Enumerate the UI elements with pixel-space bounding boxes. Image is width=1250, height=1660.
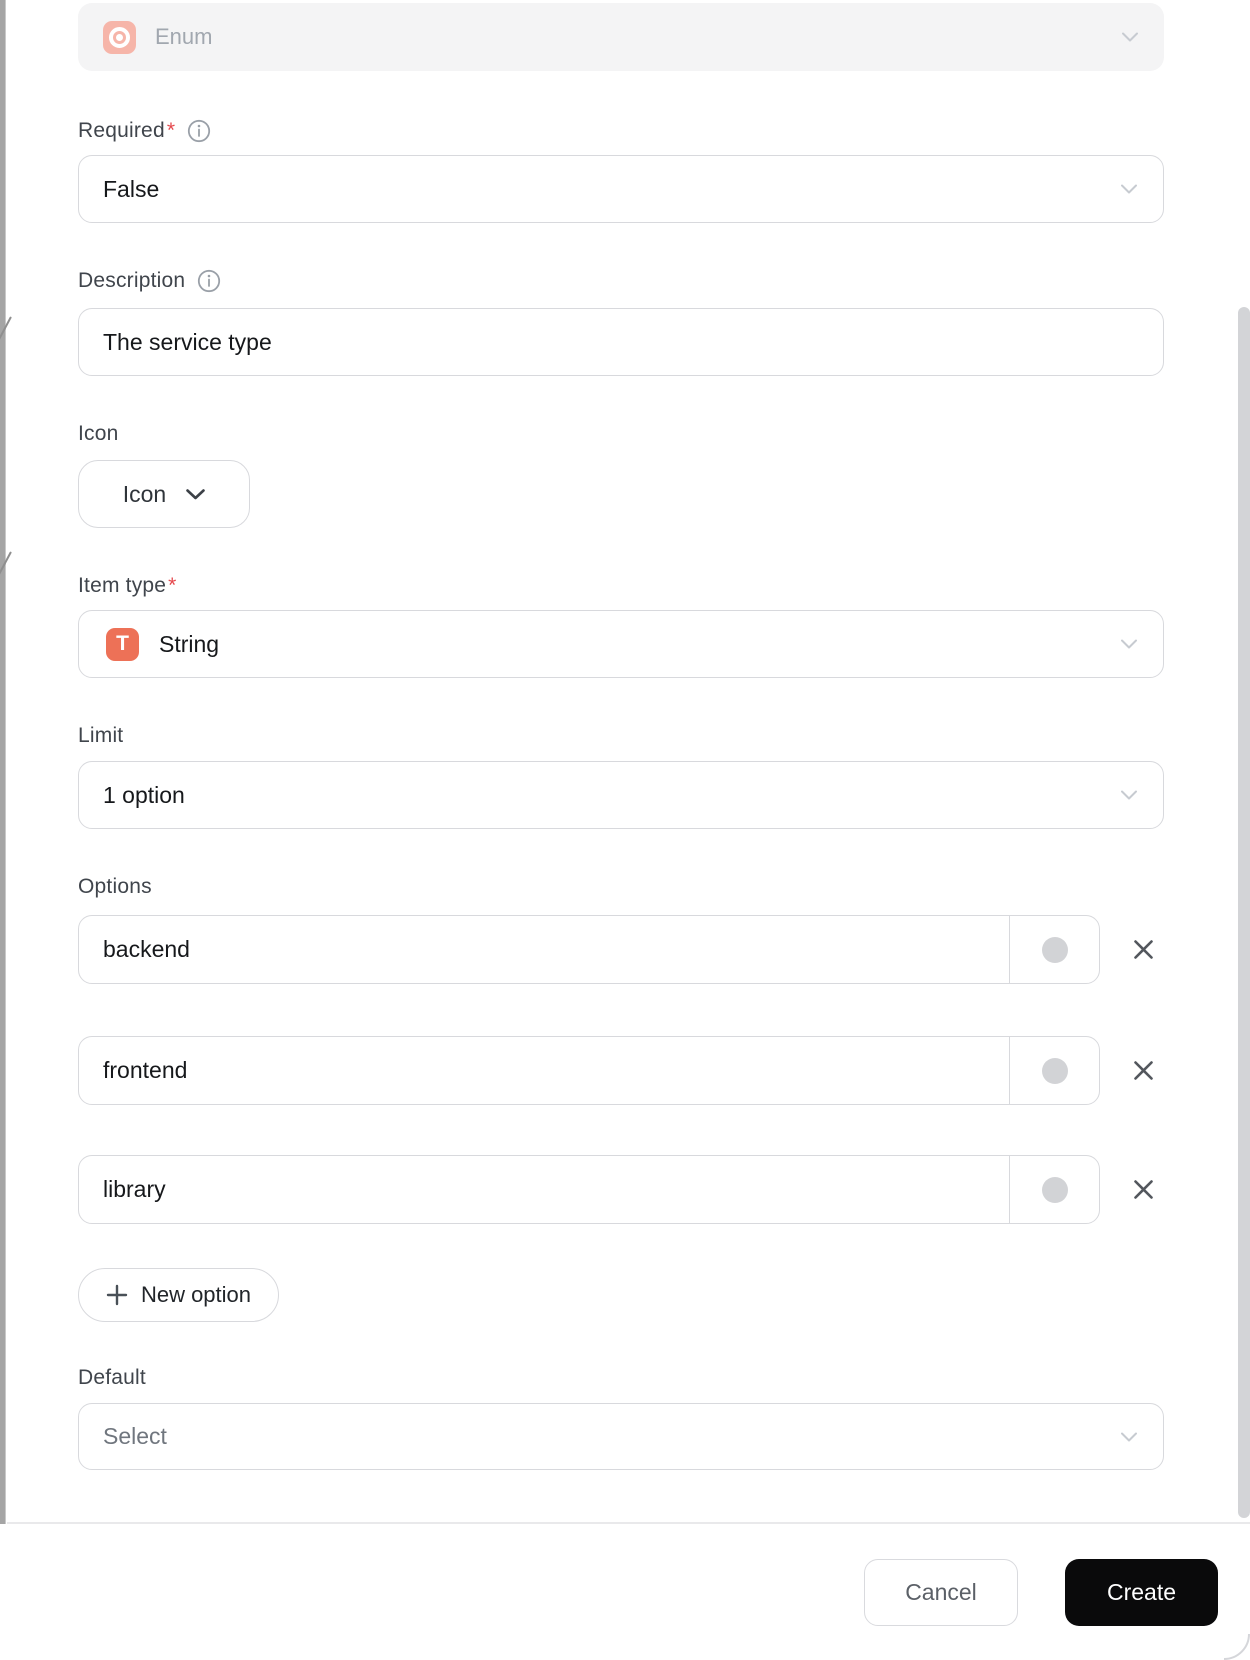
item-type-value: String bbox=[159, 630, 220, 657]
scrollbar[interactable] bbox=[1238, 307, 1250, 1518]
description-input[interactable]: The service type bbox=[78, 308, 1164, 376]
background-artifact bbox=[0, 316, 12, 344]
default-label-text: Default bbox=[78, 1366, 146, 1389]
icon-label-text: Icon bbox=[78, 422, 119, 445]
limit-select[interactable]: 1 option bbox=[78, 761, 1164, 829]
option-color-swatch[interactable] bbox=[1041, 1057, 1068, 1084]
new-option-button[interactable]: New option bbox=[78, 1268, 279, 1322]
limit-label: Limit bbox=[78, 725, 1164, 747]
item-type-label: Item type * bbox=[78, 575, 1164, 597]
close-icon bbox=[1133, 1061, 1153, 1080]
option-color-segment bbox=[1009, 1037, 1099, 1104]
default-select[interactable]: Select bbox=[78, 1403, 1164, 1470]
item-type-select[interactable]: T String bbox=[78, 610, 1164, 678]
enum-icon bbox=[103, 20, 136, 54]
field-type-select[interactable]: Enum bbox=[78, 3, 1164, 71]
chevron-down-icon bbox=[1121, 790, 1137, 800]
create-field-dialog: Enum Required * False Description The se… bbox=[0, 0, 1250, 1660]
chevron-down-icon bbox=[1121, 639, 1137, 649]
default-label: Default bbox=[78, 1367, 1164, 1389]
background-edge bbox=[0, 0, 12, 1660]
option-color-swatch[interactable] bbox=[1041, 936, 1068, 963]
close-icon bbox=[1133, 940, 1153, 959]
icon-picker-label: Icon bbox=[122, 480, 167, 507]
icon-picker-button[interactable]: Icon bbox=[78, 460, 250, 528]
remove-option-button[interactable] bbox=[1132, 1179, 1154, 1201]
close-icon bbox=[1133, 1180, 1153, 1199]
cancel-button[interactable]: Cancel bbox=[864, 1558, 1018, 1626]
info-icon[interactable] bbox=[187, 119, 211, 143]
option-value: library bbox=[103, 1176, 166, 1202]
required-value: False bbox=[103, 175, 160, 202]
item-type-asterisk: * bbox=[168, 574, 177, 597]
option-row: backend bbox=[78, 915, 1164, 984]
option-value: frontend bbox=[103, 1057, 188, 1083]
required-select[interactable]: False bbox=[78, 155, 1164, 223]
option-input[interactable]: library bbox=[78, 1155, 1100, 1224]
required-label-text: Required bbox=[78, 119, 165, 142]
option-value: backend bbox=[103, 936, 190, 962]
background-artifact bbox=[0, 551, 12, 579]
icon-label: Icon bbox=[78, 423, 1164, 445]
default-placeholder: Select bbox=[103, 1423, 167, 1449]
option-input[interactable]: frontend bbox=[78, 1036, 1100, 1105]
option-row: library bbox=[78, 1155, 1164, 1224]
chevron-down-icon bbox=[1121, 1432, 1137, 1441]
chevron-down-icon bbox=[1122, 32, 1138, 42]
description-label-text: Description bbox=[78, 269, 186, 292]
new-option-label: New option bbox=[140, 1282, 252, 1307]
option-input[interactable]: backend bbox=[78, 915, 1100, 984]
chevron-down-icon bbox=[1121, 184, 1137, 194]
dialog-form: Enum Required * False Description The se… bbox=[78, 0, 1164, 1470]
options-label-text: Options bbox=[78, 875, 152, 898]
option-color-segment bbox=[1009, 1156, 1099, 1223]
description-label: Description bbox=[78, 269, 1164, 293]
option-color-swatch[interactable] bbox=[1041, 1176, 1068, 1203]
limit-value: 1 option bbox=[103, 781, 185, 808]
options-label: Options bbox=[78, 876, 1164, 898]
chevron-down-icon bbox=[186, 488, 206, 499]
create-button[interactable]: Create bbox=[1065, 1558, 1218, 1626]
required-asterisk: * bbox=[166, 119, 176, 142]
item-type-label-text: Item type bbox=[78, 574, 167, 597]
remove-option-button[interactable] bbox=[1132, 939, 1154, 961]
field-type-value: Enum bbox=[155, 24, 213, 49]
remove-option-button[interactable] bbox=[1132, 1060, 1154, 1082]
option-row: frontend bbox=[78, 1036, 1164, 1105]
description-value: The service type bbox=[103, 328, 272, 355]
required-label: Required * bbox=[78, 119, 1164, 143]
string-type-icon: T bbox=[106, 627, 139, 661]
plus-icon bbox=[106, 1284, 128, 1306]
info-icon[interactable] bbox=[197, 269, 221, 293]
option-color-segment bbox=[1009, 916, 1099, 983]
limit-label-text: Limit bbox=[78, 724, 124, 747]
dialog-footer: Cancel Create bbox=[0, 1523, 1250, 1660]
